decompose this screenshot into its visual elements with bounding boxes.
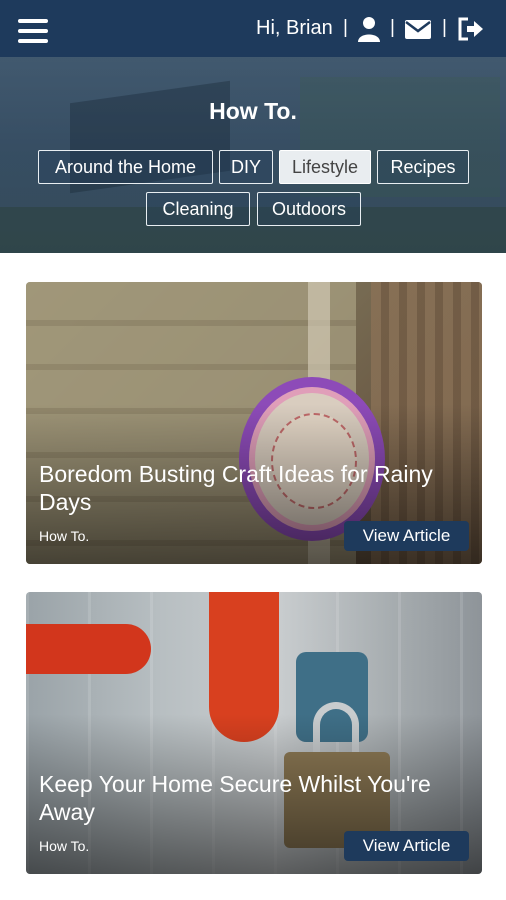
hero-background-shape bbox=[0, 207, 506, 253]
view-article-button[interactable]: View Article bbox=[344, 831, 469, 861]
article-category: How To. bbox=[39, 838, 90, 854]
article-title: Keep Your Home Secure Whilst You're Away bbox=[39, 771, 431, 825]
paint-mark-image bbox=[26, 624, 151, 674]
article-category: How To. bbox=[39, 528, 90, 544]
hamburger-menu-icon[interactable] bbox=[18, 19, 48, 43]
article-card[interactable]: Boredom Busting Craft Ideas for Rainy Da… bbox=[26, 282, 482, 564]
separator: | bbox=[343, 17, 348, 38]
mail-icon[interactable] bbox=[404, 16, 432, 42]
view-article-button[interactable]: View Article bbox=[344, 521, 469, 551]
category-chip-diy[interactable]: DIY bbox=[219, 150, 273, 184]
article-card[interactable]: Keep Your Home Secure Whilst You're Away… bbox=[26, 592, 482, 874]
user-greeting: Hi, Brian bbox=[256, 17, 333, 39]
section-title: How To. bbox=[209, 98, 297, 124]
category-chip-outdoors[interactable]: Outdoors bbox=[257, 192, 361, 226]
category-chip-around-the-home[interactable]: Around the Home bbox=[38, 150, 213, 184]
article-title: Boredom Busting Craft Ideas for Rainy Da… bbox=[39, 461, 433, 515]
logout-icon[interactable] bbox=[457, 16, 485, 42]
category-chip-lifestyle[interactable]: Lifestyle bbox=[279, 150, 371, 184]
user-icon[interactable] bbox=[356, 16, 384, 42]
category-chip-recipes[interactable]: Recipes bbox=[377, 150, 469, 184]
top-bar: Hi, Brian | | | bbox=[0, 0, 506, 57]
separator: | bbox=[442, 17, 447, 38]
hero-banner: How To. Around the Home DIY Lifestyle Re… bbox=[0, 57, 506, 253]
category-chip-cleaning[interactable]: Cleaning bbox=[146, 192, 250, 226]
separator: | bbox=[390, 17, 395, 38]
